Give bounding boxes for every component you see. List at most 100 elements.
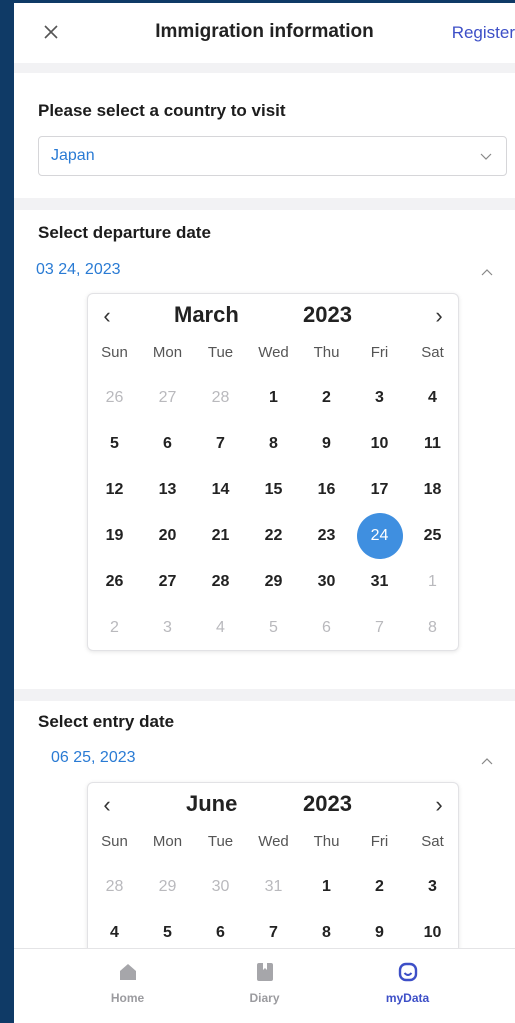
calendar-day[interactable]: 13 bbox=[141, 468, 194, 512]
entry-date-value[interactable]: 06 25, 2023 bbox=[51, 749, 136, 767]
calendar-day[interactable]: 6 bbox=[141, 422, 194, 466]
calendar-day[interactable]: 30 bbox=[194, 865, 247, 909]
weekday-label: Wed bbox=[258, 344, 289, 361]
calendar-day[interactable]: 1 bbox=[247, 376, 300, 420]
country-label: Please select a country to visit bbox=[38, 101, 286, 120]
calendar-day[interactable]: 12 bbox=[88, 468, 141, 512]
calendar-day[interactable]: 19 bbox=[88, 514, 141, 558]
bottom-tab-bar: Home Diary myData bbox=[14, 948, 515, 1023]
weekday-label: Sun bbox=[101, 833, 128, 850]
calendar-day[interactable]: 5 bbox=[247, 606, 300, 650]
weekday-label: Sun bbox=[101, 344, 128, 361]
mydata-icon bbox=[398, 962, 418, 982]
calendar-month: March bbox=[174, 302, 239, 327]
calendar-day[interactable]: 1 bbox=[300, 865, 353, 909]
divider bbox=[14, 689, 515, 701]
calendar-day[interactable]: 3 bbox=[141, 606, 194, 650]
country-select[interactable]: Japan bbox=[38, 136, 507, 176]
calendar-year: 2023 bbox=[303, 302, 352, 327]
calendar-day[interactable]: 28 bbox=[88, 865, 141, 909]
tab-mydata-label: myData bbox=[385, 991, 430, 1005]
calendar-day[interactable]: 11 bbox=[406, 422, 459, 466]
calendar-day[interactable]: 7 bbox=[194, 422, 247, 466]
tab-diary[interactable]: Diary bbox=[181, 949, 348, 1023]
weekday-label: Sat bbox=[421, 833, 444, 850]
calendar-day[interactable]: 8 bbox=[406, 606, 459, 650]
calendar-year: 2023 bbox=[303, 791, 352, 816]
country-value: Japan bbox=[51, 147, 95, 164]
home-icon bbox=[120, 964, 136, 980]
departure-calendar: ‹ March 2023 › Sun Mon Tue Wed Thu Fri S… bbox=[87, 293, 459, 651]
divider bbox=[14, 63, 515, 73]
next-month-icon[interactable]: › bbox=[432, 305, 446, 327]
calendar-day[interactable]: 14 bbox=[194, 468, 247, 512]
weekday-row: Sun Mon Tue Wed Thu Fri Sat bbox=[88, 833, 458, 857]
tab-diary-label: Diary bbox=[249, 991, 280, 1005]
chevron-up-icon[interactable] bbox=[481, 756, 493, 766]
weekday-label: Fri bbox=[370, 833, 389, 850]
calendar-day[interactable]: 29 bbox=[247, 560, 300, 604]
calendar-day[interactable]: 28 bbox=[194, 376, 247, 420]
calendar-day[interactable]: 20 bbox=[141, 514, 194, 558]
tab-mydata[interactable]: myData bbox=[324, 949, 491, 1023]
calendar-day[interactable]: 27 bbox=[141, 560, 194, 604]
calendar-day[interactable]: 4 bbox=[194, 606, 247, 650]
calendar-header: ‹ June 2023 › bbox=[88, 783, 458, 827]
calendar-day[interactable]: 24 bbox=[353, 513, 406, 559]
calendar-day[interactable]: 2 bbox=[300, 376, 353, 420]
calendar-day[interactable]: 1 bbox=[406, 560, 459, 604]
calendar-day[interactable]: 5 bbox=[88, 422, 141, 466]
entry-label: Select entry date bbox=[38, 712, 175, 731]
calendar-day[interactable]: 3 bbox=[406, 865, 459, 909]
calendar-day[interactable]: 18 bbox=[406, 468, 459, 512]
calendar-day[interactable]: 8 bbox=[247, 422, 300, 466]
weekday-label: Mon bbox=[152, 833, 183, 850]
calendar-day[interactable]: 21 bbox=[194, 514, 247, 558]
divider bbox=[14, 198, 515, 210]
calendar-day[interactable]: 25 bbox=[406, 514, 459, 558]
calendar-day[interactable]: 31 bbox=[247, 865, 300, 909]
weekday-label: Wed bbox=[258, 833, 289, 850]
weekday-label: Tue bbox=[207, 344, 234, 361]
calendar-day[interactable]: 26 bbox=[88, 560, 141, 604]
calendar-month: June bbox=[186, 791, 238, 816]
calendar-header: ‹ March 2023 › bbox=[88, 294, 458, 338]
calendar-day[interactable]: 9 bbox=[300, 422, 353, 466]
weekday-label: Fri bbox=[370, 344, 389, 361]
calendar-day[interactable]: 2 bbox=[353, 865, 406, 909]
header: Immigration information Register bbox=[14, 3, 515, 63]
calendar-day[interactable]: 23 bbox=[300, 514, 353, 558]
weekday-label: Thu bbox=[313, 344, 340, 361]
weekday-label: Thu bbox=[313, 833, 340, 850]
calendar-day[interactable]: 29 bbox=[141, 865, 194, 909]
weekday-label: Tue bbox=[207, 833, 234, 850]
calendar-day[interactable]: 10 bbox=[353, 422, 406, 466]
diary-icon bbox=[257, 963, 273, 981]
calendar-day[interactable]: 22 bbox=[247, 514, 300, 558]
calendar-day[interactable]: 7 bbox=[353, 606, 406, 650]
next-month-icon[interactable]: › bbox=[432, 794, 446, 816]
left-edge bbox=[0, 0, 14, 1023]
calendar-day[interactable]: 2 bbox=[88, 606, 141, 650]
calendar-day[interactable]: 31 bbox=[353, 560, 406, 604]
calendar-day[interactable]: 28 bbox=[194, 560, 247, 604]
calendar-day[interactable]: 4 bbox=[406, 376, 459, 420]
prev-month-icon[interactable]: ‹ bbox=[100, 305, 114, 327]
calendar-day[interactable]: 17 bbox=[353, 468, 406, 512]
prev-month-icon[interactable]: ‹ bbox=[100, 794, 114, 816]
register-button[interactable]: Register bbox=[452, 23, 515, 43]
departure-date-value[interactable]: 03 24, 2023 bbox=[36, 261, 121, 279]
calendar-day[interactable]: 26 bbox=[88, 376, 141, 420]
chevron-up-icon[interactable] bbox=[481, 267, 493, 277]
weekday-row: Sun Mon Tue Wed Thu Fri Sat bbox=[88, 344, 458, 368]
calendar-day[interactable]: 30 bbox=[300, 560, 353, 604]
calendar-day[interactable]: 16 bbox=[300, 468, 353, 512]
calendar-day[interactable]: 6 bbox=[300, 606, 353, 650]
calendar-day[interactable]: 15 bbox=[247, 468, 300, 512]
page-title: Immigration information bbox=[155, 21, 374, 42]
calendar-day[interactable]: 3 bbox=[353, 376, 406, 420]
chevron-down-icon bbox=[480, 153, 492, 160]
calendar-day[interactable]: 27 bbox=[141, 376, 194, 420]
weekday-label: Sat bbox=[421, 344, 444, 361]
app-screen: Immigration information Register Please … bbox=[14, 3, 515, 1023]
